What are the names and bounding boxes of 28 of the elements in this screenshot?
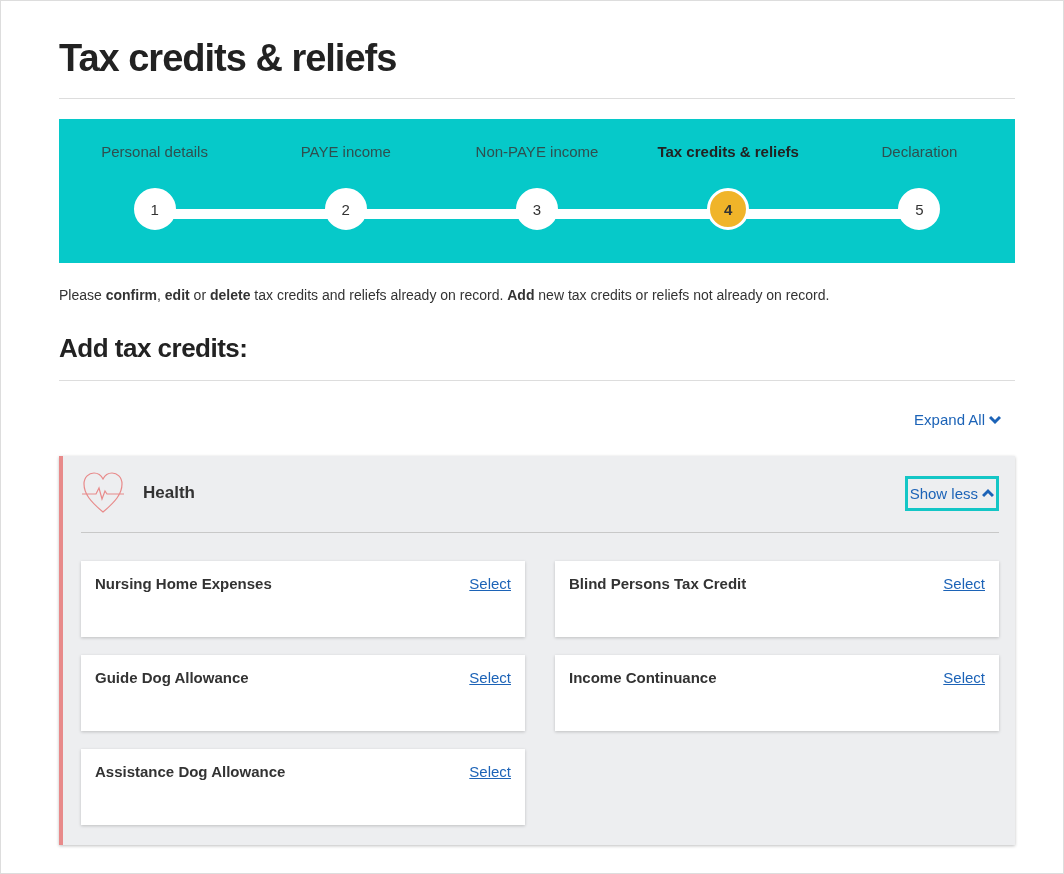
credit-name: Blind Persons Tax Credit bbox=[569, 575, 747, 592]
select-link[interactable]: Select bbox=[943, 669, 985, 686]
credit-name: Assistance Dog Allowance bbox=[95, 763, 286, 780]
credit-name: Guide Dog Allowance bbox=[95, 669, 249, 686]
show-less-button[interactable]: Show less bbox=[904, 475, 999, 511]
select-link[interactable]: Select bbox=[469, 669, 511, 686]
select-link[interactable]: Select bbox=[469, 575, 511, 592]
credit-name: Income Continuance bbox=[569, 669, 717, 686]
step-label: Personal details bbox=[101, 143, 208, 160]
select-link[interactable]: Select bbox=[943, 575, 985, 592]
page-title: Tax credits & reliefs bbox=[59, 1, 1015, 99]
section-heading: Add tax credits: bbox=[59, 333, 1015, 381]
credit-name: Nursing Home Expenses bbox=[95, 575, 272, 592]
step-number: 2 bbox=[324, 188, 367, 230]
step-label: Declaration bbox=[881, 143, 958, 160]
step-number: 5 bbox=[898, 188, 941, 230]
expand-all-link[interactable]: Expand All bbox=[914, 411, 1001, 428]
intro-text: Please confirm, edit or delete tax credits and reliefs already on record. Add new tax credits or reliefs not already on record. bbox=[59, 287, 831, 303]
category-title: Health bbox=[143, 483, 195, 503]
step-label: Non-PAYE income bbox=[475, 143, 599, 160]
step-number: 1 bbox=[133, 188, 176, 230]
step-label: Tax credits & reliefs bbox=[657, 143, 799, 160]
select-link[interactable]: Select bbox=[469, 763, 511, 780]
step-number: 3 bbox=[516, 188, 558, 230]
chevron-up-icon bbox=[982, 488, 994, 498]
step-number: 4 bbox=[707, 188, 750, 230]
chevron-down-icon bbox=[989, 414, 1001, 425]
step-label: PAYE income bbox=[300, 143, 391, 160]
